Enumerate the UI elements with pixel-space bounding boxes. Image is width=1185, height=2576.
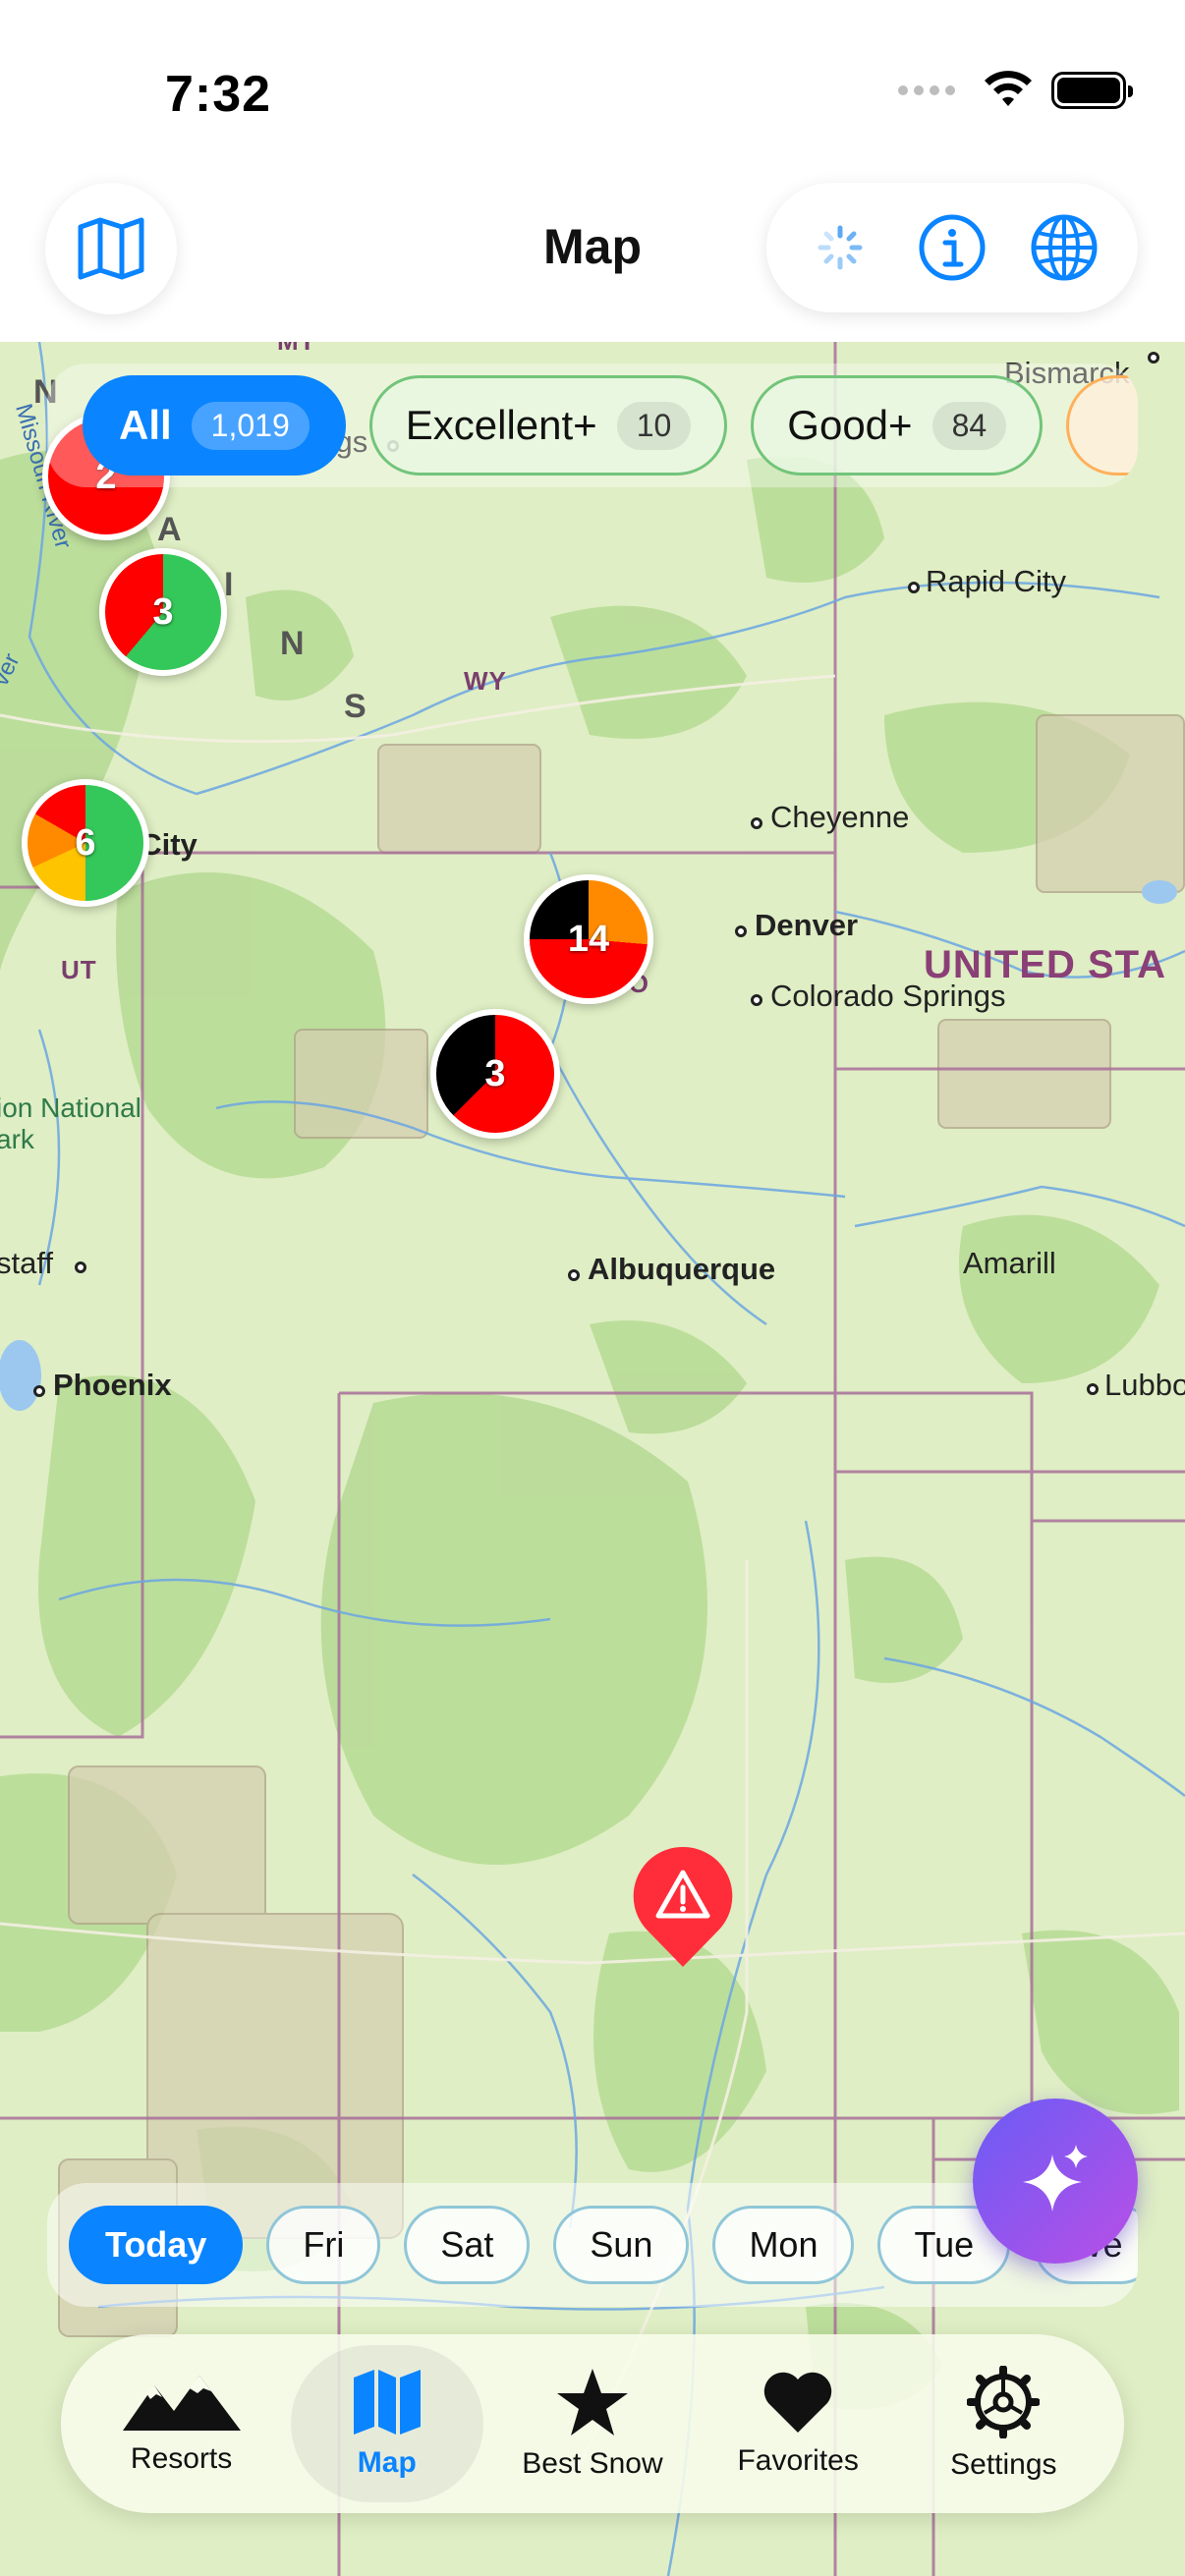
tab-best-snow[interactable]: Best Snow	[496, 2345, 689, 2502]
city-label-rapid-city: Rapid City	[926, 564, 1066, 598]
day-chip-sun[interactable]: Sun	[553, 2206, 690, 2284]
filter-chips: All 1,019 Excellent+ 10 Good+ 84	[47, 364, 1138, 487]
loading-button[interactable]	[796, 203, 884, 292]
tab-resorts[interactable]: Resorts	[85, 2345, 278, 2502]
tab-label: Resorts	[130, 2442, 233, 2475]
globe-button[interactable]	[1020, 203, 1108, 292]
city-label-flagstaff: staff	[0, 1246, 54, 1280]
range-letter-4: N	[280, 625, 305, 662]
cluster-count: 3	[484, 1052, 506, 1094]
star-icon	[556, 2369, 628, 2436]
filter-chip-count: 1,019	[191, 401, 310, 450]
state-label-wy: WY	[464, 666, 507, 696]
warning-icon	[633, 1846, 733, 1967]
tab-label: Favorites	[737, 2444, 859, 2477]
cluster-marker-14[interactable]: 14	[524, 874, 653, 1004]
tab-map[interactable]: Map	[290, 2345, 483, 2502]
tab-label: Best Snow	[522, 2447, 663, 2480]
filter-chip-next[interactable]	[1066, 375, 1138, 476]
day-chip-sat[interactable]: Sat	[404, 2206, 531, 2284]
city-label-albuquerque: Albuquerque	[588, 1252, 776, 1286]
filter-chip-label: Good+	[787, 402, 913, 448]
cluster-marker-3a[interactable]: 3	[99, 548, 227, 676]
loading-spinner-icon	[818, 225, 863, 270]
filter-chip-label: All	[119, 402, 172, 448]
cluster-count: 3	[152, 590, 174, 633]
park-label: ion National ark	[0, 1092, 141, 1155]
day-chip-mon[interactable]: Mon	[712, 2206, 855, 2284]
heart-icon	[763, 2372, 832, 2433]
city-dot-albuquerque	[568, 1269, 580, 1281]
alert-marker[interactable]	[629, 1843, 737, 1971]
sparkles-icon	[1023, 2145, 1088, 2212]
city-dot-colorado-springs	[751, 994, 762, 1006]
cluster-marker-3b[interactable]: 3	[430, 1009, 560, 1139]
city-label-cheyenne: Cheyenne	[770, 800, 910, 834]
range-letter-2: A	[157, 511, 182, 548]
day-chip-today[interactable]: Today	[69, 2206, 244, 2284]
status-bar: 7:32	[0, 0, 1185, 177]
globe-icon	[1031, 214, 1098, 281]
tab-label: Settings	[950, 2448, 1057, 2481]
mountains-icon	[122, 2376, 241, 2431]
filter-chip-excellent[interactable]: Excellent+ 10	[368, 375, 728, 476]
cluster-count: 6	[75, 821, 96, 864]
city-label-amarillo: Amarill	[963, 1246, 1056, 1280]
header: Map	[0, 177, 1185, 342]
range-letter-5: S	[344, 688, 367, 725]
tab-settings[interactable]: Settings	[907, 2345, 1100, 2502]
city-dot-phoenix	[33, 1385, 45, 1397]
wifi-icon	[985, 71, 1032, 106]
info-button[interactable]	[908, 203, 996, 292]
filter-chip-count: 84	[931, 401, 1007, 450]
city-label-phoenix: Phoenix	[53, 1368, 172, 1402]
map-icon	[353, 2370, 421, 2435]
filter-chip-good[interactable]: Good+ 84	[751, 375, 1044, 476]
city-label-colorado-springs: Colorado Springs	[770, 979, 1006, 1013]
day-chip-fri[interactable]: Fri	[266, 2206, 381, 2284]
battery-icon	[1051, 72, 1133, 109]
tab-label: Map	[357, 2446, 417, 2479]
filter-chip-count: 10	[616, 401, 692, 450]
state-label-mt: MT	[277, 342, 316, 357]
header-actions	[766, 183, 1138, 312]
city-label-lubbock: Lubbock	[1104, 1368, 1185, 1402]
city-dot-cheyenne	[751, 817, 762, 829]
ai-assistant-button[interactable]	[973, 2099, 1138, 2264]
day-selector: Today Fri Sat Sun Mon Tue We	[47, 2183, 1138, 2307]
city-dot-lubbock	[1087, 1383, 1099, 1395]
cluster-count: 14	[567, 918, 610, 960]
status-indicators	[898, 71, 1133, 110]
city-dot-bismarck	[1148, 352, 1159, 364]
gear-icon	[967, 2366, 1041, 2438]
state-label-ut: UT	[61, 955, 97, 984]
tab-favorites[interactable]: Favorites	[702, 2345, 894, 2502]
city-label-denver: Denver	[755, 908, 859, 942]
cluster-marker-6[interactable]: 6	[22, 779, 149, 907]
filter-chip-all[interactable]: All 1,019	[83, 375, 346, 476]
filter-chip-label: Excellent+	[405, 402, 597, 448]
city-dot-denver	[735, 925, 747, 937]
city-dot-flagstaff	[75, 1261, 86, 1273]
status-time: 7:32	[165, 66, 272, 123]
city-dot-rapid-city	[908, 582, 920, 593]
cellular-signal-icon	[898, 85, 955, 95]
tab-bar: Resorts Map Best Snow Favorites Settings	[61, 2334, 1124, 2513]
info-icon	[919, 214, 986, 281]
